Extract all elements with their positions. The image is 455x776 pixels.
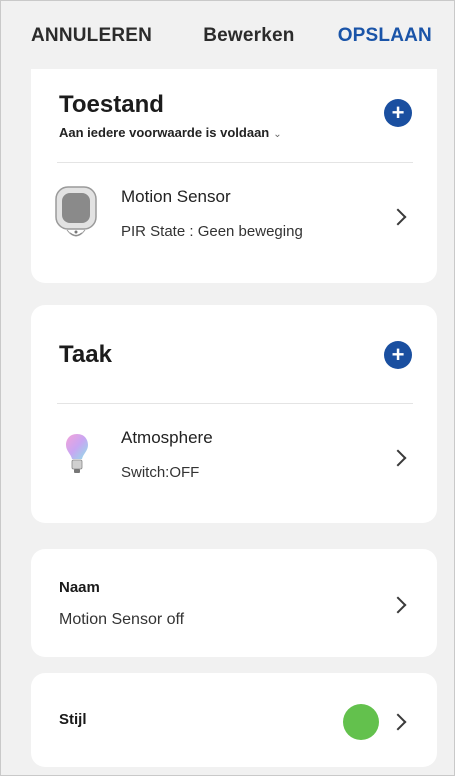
light-bulb-icon xyxy=(66,434,88,473)
plus-icon: + xyxy=(391,342,405,367)
chevron-right-icon xyxy=(392,712,406,732)
condition-device-state: PIR State : Geen beweging xyxy=(121,223,303,240)
task-device-name: Atmosphere xyxy=(121,428,213,447)
name-label: Naam xyxy=(59,579,100,596)
name-row[interactable]: Naam Motion Sensor off xyxy=(31,549,437,657)
style-color-swatch xyxy=(343,704,379,740)
chevron-down-icon: ⌄ xyxy=(273,129,282,140)
condition-card: Toestand Aan iedere voorwaarde is voldaa… xyxy=(31,69,437,283)
top-bar: ANNULEREN Bewerken OPSLAAN xyxy=(1,1,454,71)
plus-icon: + xyxy=(391,100,405,125)
task-device-state: Switch:OFF xyxy=(121,464,200,481)
name-value: Motion Sensor off xyxy=(59,611,185,628)
condition-mode-label: Aan iedere voorwaarde is voldaan xyxy=(59,125,270,140)
style-label: Stijl xyxy=(59,711,87,728)
motion-sensor-icon xyxy=(55,186,97,237)
condition-title: Toestand xyxy=(59,91,164,118)
condition-device-name: Motion Sensor xyxy=(121,187,231,206)
chevron-right-icon xyxy=(392,207,406,227)
cancel-button[interactable]: ANNULEREN xyxy=(31,25,152,47)
add-condition-button[interactable]: + xyxy=(384,99,412,127)
task-card: Taak + Atmosphere Switch:OFF xyxy=(31,305,437,523)
style-row[interactable]: Stijl xyxy=(31,673,437,767)
add-task-button[interactable]: + xyxy=(384,341,412,369)
page-title: Bewerken xyxy=(203,25,295,46)
task-device-row[interactable]: Atmosphere Switch:OFF xyxy=(31,404,437,522)
chevron-right-icon xyxy=(392,595,406,615)
task-title: Taak xyxy=(59,341,112,368)
condition-mode-dropdown[interactable]: Aan iedere voorwaarde is voldaan ⌄ xyxy=(59,125,282,140)
save-button[interactable]: OPSLAAN xyxy=(338,25,432,47)
condition-device-row[interactable]: Motion Sensor PIR State : Geen beweging xyxy=(31,163,437,283)
automation-editor: ANNULEREN Bewerken OPSLAAN Toestand Aan … xyxy=(0,0,455,776)
chevron-right-icon xyxy=(392,448,406,468)
